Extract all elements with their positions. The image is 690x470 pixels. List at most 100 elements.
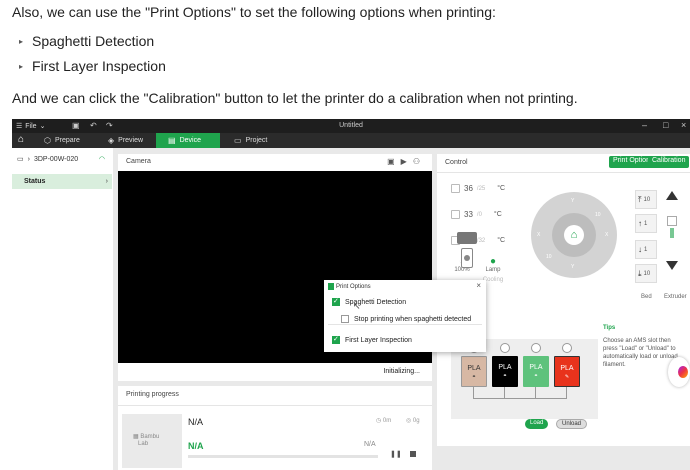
wifi-icon: ◠	[98, 156, 105, 163]
lamp-toggle[interactable]: ● Lamp	[478, 256, 508, 273]
printer-icon: ▭	[17, 156, 24, 163]
bed-down-1-button[interactable]: ↓ 1	[635, 240, 657, 259]
progress-title: Printing progress	[126, 391, 179, 398]
maximize-icon[interactable]: □	[663, 120, 668, 130]
progress-bar	[188, 455, 378, 458]
print-time: ◷ 0m	[376, 418, 392, 424]
divider	[118, 405, 432, 406]
arrow-up-icon: ⤒	[638, 194, 642, 204]
timelapse-icon[interactable]: ⚇	[413, 157, 426, 166]
chevron-right-icon: ›	[105, 178, 108, 185]
device-selector[interactable]: ▭ › 3DP-00W-020 ◠	[17, 155, 109, 164]
bambu-logo-icon	[328, 283, 334, 290]
bed-temp[interactable]: 33/0 °C	[451, 210, 502, 219]
camera-status: Initializing...	[383, 368, 420, 375]
nozzle-icon	[451, 184, 460, 193]
bullet-item: ▸ Spaghetti Detection	[19, 33, 154, 49]
stop-icon[interactable]	[410, 451, 416, 457]
tab-label: Project	[245, 137, 268, 144]
bed-up-10-button[interactable]: ⤒ 10	[635, 190, 657, 209]
ams-slot-2[interactable]: PLA ⚭	[492, 356, 518, 387]
slot-indicator-icon	[500, 343, 510, 353]
edit-icon: ⚭	[471, 374, 477, 380]
stop-on-spaghetti-option[interactable]: Stop printing when spaghetti detected	[341, 315, 471, 323]
main-tab-bar: ⌂ ⬡ Prepare ◈ Preview ▤ Device ▭ Project	[12, 133, 690, 148]
close-icon[interactable]: ×	[681, 120, 686, 130]
nozzle-temp[interactable]: 36/25 °C	[451, 184, 505, 193]
toolhead-icon	[461, 248, 473, 268]
extruder-icon	[667, 216, 677, 246]
device-icon: ▤	[168, 136, 176, 145]
progress-percent: N/A	[188, 441, 204, 451]
pause-icon[interactable]: ❚❚	[390, 450, 402, 458]
progress-layers: N/A	[364, 441, 376, 448]
minimize-icon[interactable]: –	[642, 120, 647, 130]
print-name: N/A	[188, 417, 204, 427]
sidebar-item-status[interactable]: Status ›	[12, 174, 112, 189]
print-options-dialog: Print Options × Spaghetti Detection Stop…	[324, 280, 486, 352]
extrude-down-icon[interactable]	[666, 261, 678, 270]
dialog-title: Print Options	[336, 283, 371, 290]
close-icon[interactable]: ×	[476, 281, 481, 290]
ams-slot-1[interactable]: PLA ⚭	[461, 356, 487, 387]
bed-up-1-button[interactable]: ↑ 1	[635, 214, 657, 233]
printing-progress-panel: Printing progress ▦ Bambu Lab N/A ◷ 0m ◎…	[118, 386, 432, 470]
control-title: Control	[445, 159, 468, 166]
intro-paragraph: Also, we can use the "Print Options" to …	[12, 4, 496, 20]
chevron-right-icon: ›	[27, 155, 30, 163]
xy-jog-control[interactable]: Y Y X X 10 10 ⌂	[531, 192, 617, 278]
slot-indicator-icon	[531, 343, 541, 353]
bambu-studio-window: ☰ File ⌄ ▣ ↶ ↷ Untitled – □ × ⌂ ⬡ Prepar…	[12, 119, 690, 470]
project-icon: ▭	[234, 136, 242, 145]
bullet-text: Spaghetti Detection	[32, 33, 155, 49]
first-layer-inspection-option[interactable]: First Layer Inspection	[332, 335, 412, 344]
device-name: 3DP-00W-020	[33, 155, 79, 163]
spaghetti-detection-option[interactable]: Spaghetti Detection	[332, 297, 406, 306]
camera-toolbar: ▣▶⚇	[387, 157, 426, 166]
record-icon[interactable]: ▶	[401, 157, 413, 166]
title-bar: ☰ File ⌄ ▣ ↶ ↷ Untitled – □ ×	[12, 119, 690, 133]
tab-prepare[interactable]: ⬡ Prepare	[32, 133, 99, 148]
tab-label: Preview	[118, 137, 144, 144]
ams-slot-3[interactable]: PLA ⚭	[523, 356, 549, 387]
calibration-button[interactable]: Calibration	[648, 156, 690, 168]
tab-device[interactable]: ▤ Device	[156, 133, 220, 148]
mouse-cursor-icon: ↖	[353, 301, 361, 311]
home-icon[interactable]: ⌂	[14, 134, 28, 147]
home-axes-icon[interactable]: ⌂	[564, 225, 584, 245]
checkbox-unchecked[interactable]	[341, 315, 349, 323]
tips-title: Tips	[603, 325, 616, 331]
camera-title: Camera	[126, 158, 151, 165]
checkbox-checked[interactable]	[332, 297, 340, 306]
tab-project[interactable]: ▭ Project	[222, 133, 286, 148]
bullet-text: First Layer Inspection	[32, 58, 166, 74]
edit-icon: ⚭	[533, 373, 539, 379]
camera-footer: Initializing...	[118, 363, 432, 381]
ams-slot-4[interactable]: PLA ✎	[554, 356, 580, 387]
load-button[interactable]: Load	[525, 419, 549, 429]
bullet-marker-icon: ▸	[19, 61, 24, 71]
arrow-down-icon: ↓	[638, 245, 642, 254]
extruder-label: Extruder	[664, 294, 687, 300]
slot-indicator-icon	[562, 343, 572, 353]
tab-preview[interactable]: ◈ Preview	[96, 133, 156, 148]
checkbox-checked[interactable]	[332, 335, 340, 344]
arrow-up-icon: ↑	[638, 219, 642, 228]
divider	[328, 324, 482, 325]
unload-button[interactable]: Unload	[556, 419, 588, 429]
cube-icon: ⬡	[44, 136, 51, 145]
camera-header: Camera ▣▶⚇	[118, 154, 432, 171]
snapshot-icon[interactable]: ▣	[387, 157, 401, 166]
tab-label: Prepare	[54, 137, 80, 144]
layers-icon: ◈	[108, 136, 115, 145]
extrude-up-icon[interactable]	[666, 191, 678, 200]
bullet-marker-icon: ▸	[19, 36, 24, 46]
bambu-lab-logo: ▦ Bambu Lab	[133, 434, 160, 447]
feeder-icon	[457, 232, 477, 244]
bullet-item: ▸ First Layer Inspection	[19, 58, 166, 74]
bed-down-10-button[interactable]: ⤓ 10	[635, 264, 657, 283]
filament-path	[504, 387, 505, 399]
floating-assistant-icon[interactable]	[668, 357, 690, 387]
dialog-header: Print Options	[328, 283, 371, 290]
print-weight: ◎ 0g	[406, 418, 420, 424]
